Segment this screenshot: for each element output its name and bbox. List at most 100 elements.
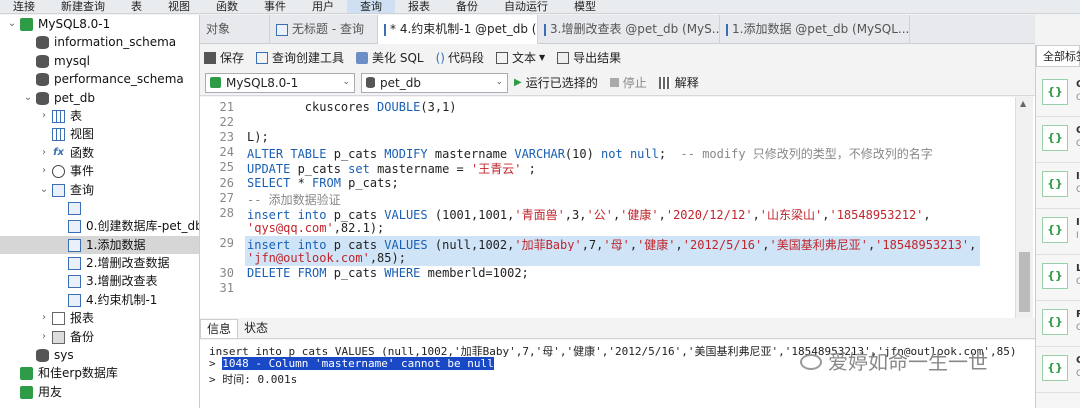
- snippet-card[interactable]: {} RC: [1036, 301, 1080, 347]
- connection-toolbar: MySQL8.0-1 ⌄ pet_db ⌄ ▶ 运行已选择的 停止 解释: [200, 70, 1035, 96]
- text-icon: [496, 51, 508, 64]
- chevron-icon[interactable]: ⌄: [22, 89, 34, 107]
- tab-item[interactable]: 1.添加数据 @pet_db (MySQL...: [720, 15, 910, 44]
- nav-item-label: 2.增删改查数据: [86, 256, 170, 271]
- tab-item[interactable]: * 4.约束机制-1 @pet_db (My...: [378, 15, 538, 44]
- nav-item[interactable]: ⌄ MySQL8.0-1: [0, 15, 199, 33]
- line-number: 30: [219, 266, 234, 281]
- chevron-icon[interactable]: ›: [38, 162, 50, 180]
- code-snippet-icon: {}: [1042, 125, 1068, 151]
- result-tab[interactable]: 状态: [238, 319, 274, 338]
- line-number: 26: [219, 175, 234, 190]
- code-token: (1001,1001,: [427, 207, 515, 222]
- all-tags-tab[interactable]: 全部标签: [1036, 45, 1080, 67]
- database-select[interactable]: pet_db ⌄: [361, 72, 508, 93]
- tab-item[interactable]: 对象: [200, 15, 270, 44]
- snippet-card[interactable]: {} I I: [1036, 209, 1080, 255]
- nav-item[interactable]: 2.增删改查数据: [0, 254, 199, 272]
- snippet-card[interactable]: {} LC: [1036, 255, 1080, 301]
- nav-item[interactable]: mysql: [0, 52, 199, 70]
- snippet-card[interactable]: {} CC: [1036, 347, 1080, 393]
- snippet-button[interactable]: () 代码段: [436, 49, 484, 66]
- menu-item[interactable]: 视图: [155, 0, 203, 13]
- tab-item[interactable]: 无标题 - 查询: [270, 15, 378, 44]
- database-icon: [36, 73, 49, 87]
- nav-item[interactable]: 1.添加数据: [0, 235, 199, 255]
- nav-item[interactable]: › 事件: [0, 162, 199, 180]
- snippet-subtitle: C: [1076, 93, 1080, 103]
- snippet-card[interactable]: {} IC: [1036, 163, 1080, 209]
- menu-item[interactable]: 事件: [251, 0, 299, 13]
- export-result-button[interactable]: 导出结果: [557, 49, 621, 66]
- menu-item[interactable]: 用户: [299, 0, 347, 13]
- chevron-icon[interactable]: ⌄: [38, 181, 50, 199]
- menu-item[interactable]: 连接: [0, 0, 48, 13]
- editor-scrollbar[interactable]: ▲: [1015, 97, 1033, 318]
- query-builder-button[interactable]: 查询创建工具: [256, 49, 344, 66]
- menu-item[interactable]: 报表: [395, 0, 443, 13]
- snippet-subtitle: C: [1076, 185, 1080, 195]
- nav-item[interactable]: › 表: [0, 107, 199, 125]
- nav-item[interactable]: 0.创建数据库-pet_db: [0, 217, 199, 235]
- scrollbar-thumb[interactable]: [1019, 252, 1030, 312]
- beautify-sql-button[interactable]: 美化 SQL: [356, 49, 424, 66]
- nav-item-label: 函数: [70, 145, 95, 160]
- nav-item[interactable]: › fx 函数: [0, 144, 199, 162]
- nav-item-label: MySQL8.0-1: [38, 17, 111, 31]
- run-selected-button[interactable]: ▶ 运行已选择的: [514, 74, 598, 91]
- nav-item-label: pet_db: [54, 90, 95, 105]
- menu-item[interactable]: 模型: [561, 0, 609, 13]
- menu-item[interactable]: 备份: [443, 0, 491, 13]
- snippet-card[interactable]: {} CC: [1036, 71, 1080, 117]
- chevron-icon[interactable]: ›: [38, 328, 50, 346]
- nav-item[interactable]: sys: [0, 346, 199, 364]
- nav-item[interactable]: ⌄ 查询: [0, 181, 199, 199]
- nav-item[interactable]: 4.约束机制-1: [0, 291, 199, 309]
- code-token: insert into: [247, 237, 327, 252]
- save-button[interactable]: 保存: [204, 49, 244, 66]
- code-token: L);: [247, 130, 269, 145]
- nav-item[interactable]: 和佳erp数据库: [0, 364, 199, 382]
- tab-item[interactable]: 3.增删改查表 @pet_db (MyS...: [538, 15, 720, 44]
- menu-item[interactable]: 查询: [347, 0, 395, 13]
- explain-button[interactable]: 解释: [658, 74, 699, 91]
- chevron-icon[interactable]: ⌄: [6, 15, 18, 33]
- nav-item[interactable]: 视图: [0, 125, 199, 143]
- tab-label: 对象: [206, 22, 231, 36]
- code-token: ,85);: [369, 251, 406, 265]
- menu-item[interactable]: 函数: [203, 0, 251, 13]
- scroll-up-icon[interactable]: ▲: [1020, 99, 1026, 108]
- code-token: p_cats: [326, 147, 385, 162]
- snippet-title: L: [1076, 263, 1080, 274]
- chevron-icon[interactable]: ›: [38, 309, 50, 327]
- nav-item[interactable]: information_schema: [0, 33, 199, 51]
- code-token: ,: [752, 207, 760, 222]
- result-tab[interactable]: 信息: [200, 319, 239, 338]
- nav-item[interactable]: 用友: [0, 383, 199, 401]
- code-line: ckuscores DOUBLE(3,1): [247, 100, 457, 114]
- save-icon: [204, 51, 216, 64]
- menu-item[interactable]: 新建查询: [48, 0, 118, 13]
- chevron-icon[interactable]: ›: [38, 107, 50, 125]
- nav-item[interactable]: [0, 199, 199, 217]
- sql-editor[interactable]: 21 ckuscores DOUBLE(3,1) 22 23 L); 24 ALTER T…: [200, 97, 1035, 318]
- database-icon: [36, 36, 49, 50]
- nav-item[interactable]: › 备份: [0, 328, 199, 346]
- nav-item[interactable]: 3.增删改查表: [0, 272, 199, 290]
- code-token: (null,1002,: [427, 237, 515, 252]
- chevron-icon[interactable]: ›: [38, 144, 50, 162]
- text-button[interactable]: 文本 ▼: [496, 49, 545, 66]
- nav-item-label: 事件: [70, 164, 95, 179]
- code-token: -- modify 只修改列的类型，不修改列的名字: [680, 147, 933, 162]
- connection-select[interactable]: MySQL8.0-1 ⌄: [205, 72, 355, 93]
- query-icon: [68, 257, 81, 271]
- code-token: ,82.1);: [333, 220, 385, 235]
- snippet-card[interactable]: {} CC: [1036, 117, 1080, 163]
- menu-item[interactable]: 表: [118, 0, 155, 13]
- menu-item[interactable]: 自动运行: [491, 0, 561, 13]
- query-icon: [384, 23, 386, 36]
- nav-item[interactable]: ⌄ pet_db: [0, 89, 199, 107]
- nav-item[interactable]: performance_schema: [0, 70, 199, 88]
- stop-button[interactable]: 停止: [609, 74, 647, 91]
- nav-item[interactable]: › 报表: [0, 309, 199, 327]
